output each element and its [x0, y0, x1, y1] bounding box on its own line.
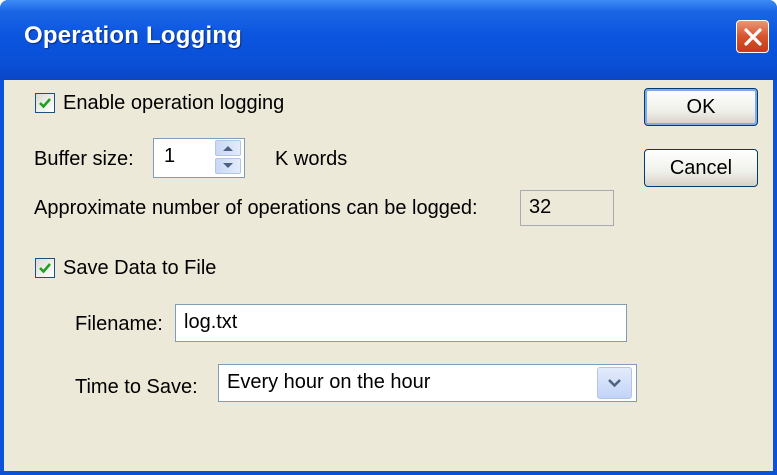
- cancel-button[interactable]: Cancel: [644, 149, 758, 187]
- approx-operations-label: Approximate number of operations can be …: [34, 197, 478, 219]
- approx-operations-value: 32: [520, 190, 614, 226]
- buffer-unit-label: K words: [275, 148, 348, 170]
- dialog-body: Enable operation logging Buffer size: 1 …: [4, 80, 773, 471]
- time-to-save-select[interactable]: Every hour on the hour: [218, 364, 637, 402]
- time-to-save-label: Time to Save:: [75, 376, 198, 398]
- ok-button[interactable]: OK: [644, 88, 758, 126]
- arrow-up-icon: [223, 146, 233, 151]
- filename-label: Filename:: [75, 313, 163, 335]
- checkmark-icon: [39, 263, 51, 274]
- enable-logging-checkbox[interactable]: [35, 93, 55, 113]
- arrow-down-icon: [223, 163, 233, 168]
- buffer-size-label: Buffer size:: [34, 148, 134, 170]
- title-bar[interactable]: Operation Logging: [0, 0, 777, 80]
- enable-logging-label[interactable]: Enable operation logging: [63, 91, 284, 115]
- chevron-down-icon: [608, 379, 621, 388]
- buffer-size-input[interactable]: 1: [153, 138, 245, 178]
- buffer-size-value: 1: [164, 145, 176, 167]
- save-to-file-checkbox[interactable]: [35, 258, 55, 278]
- save-to-file-label[interactable]: Save Data to File: [63, 256, 216, 280]
- dropdown-button[interactable]: [597, 367, 632, 399]
- filename-input[interactable]: log.txt: [175, 304, 627, 342]
- operation-logging-dialog: Operation Logging Enable operation loggi…: [0, 0, 777, 475]
- close-button[interactable]: [736, 20, 769, 53]
- window-title: Operation Logging: [24, 22, 243, 49]
- spin-down-button[interactable]: [215, 158, 241, 174]
- close-icon: [744, 28, 762, 46]
- spin-up-button[interactable]: [215, 140, 241, 156]
- time-to-save-value: Every hour on the hour: [227, 371, 431, 393]
- checkmark-icon: [39, 98, 51, 109]
